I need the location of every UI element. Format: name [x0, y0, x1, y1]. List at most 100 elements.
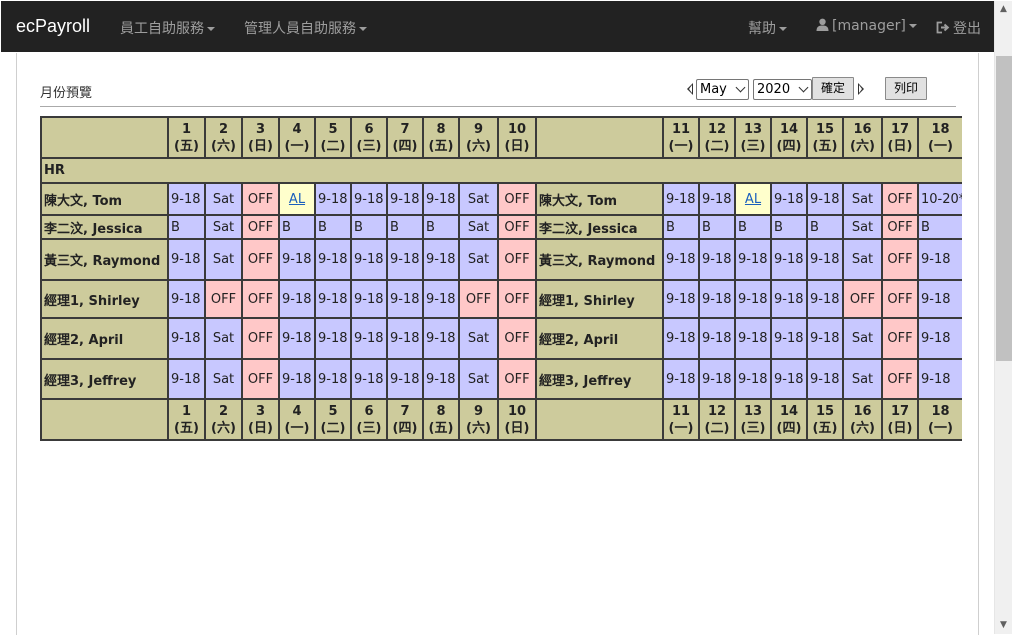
scroll-down-arrow-icon[interactable]: ▼	[995, 617, 1012, 634]
manager-self-service-menu[interactable]: 管理人員自助服務	[244, 18, 367, 38]
weekday-label: (日)	[504, 420, 530, 436]
calendar-table: 1 (五) 2 (六) 3 (日) 4 (一) 5 (二) 6 (三) 7 (四) 8 (五) 9 (六) 10 (日…	[40, 116, 962, 441]
weekday-label: (一)	[284, 138, 310, 154]
shift-cell: 9-18	[770, 317, 808, 360]
day-header-cell: 7 (四)	[386, 116, 424, 159]
brand-logo[interactable]: ecPayroll	[16, 16, 90, 37]
shift-cell: AL	[278, 182, 316, 216]
logout-link[interactable]: 登出	[936, 18, 981, 38]
weekday-label: (五)	[812, 420, 838, 436]
header-corner-cell	[535, 116, 664, 159]
shift-cell: 9-18	[422, 317, 460, 360]
shift-cell: 9-18	[806, 238, 844, 281]
shift-cell: 9-18	[662, 238, 700, 281]
shift-cell: OFF	[497, 238, 537, 281]
shift-cell: Sat	[458, 214, 499, 240]
day-header-cell: 5 (二)	[314, 116, 352, 159]
user-menu[interactable]: [manager]	[816, 18, 917, 34]
day-number: 14	[779, 403, 799, 419]
chevron-down-icon	[798, 82, 809, 93]
day-number: 8	[436, 403, 446, 419]
day-number: 7	[400, 403, 410, 419]
day-number: 2	[218, 121, 229, 137]
day-header-cell: 15 (五)	[806, 116, 844, 159]
shift-cell: B	[917, 214, 962, 240]
weekday-label: (日)	[248, 420, 273, 436]
shift-cell: 9-18	[350, 358, 388, 400]
day-number: 10	[507, 121, 527, 137]
shift-cell: Sat	[204, 238, 243, 281]
shift-cell: OFF	[241, 214, 280, 240]
shift-cell: 9-18	[167, 279, 206, 319]
day-number: 1	[181, 121, 192, 137]
previous-month-icon[interactable]	[687, 83, 693, 95]
day-header-cell: 13 (三)	[734, 398, 772, 441]
confirm-button[interactable]: 確定	[812, 77, 854, 100]
employee-self-service-menu[interactable]: 員工自助服務	[120, 18, 215, 38]
day-number: 8	[436, 121, 446, 137]
shift-cell: 9-18	[167, 182, 206, 216]
day-number: 9	[473, 121, 484, 137]
shift-cell: 9-18	[422, 238, 460, 281]
header-corner-cell	[535, 398, 664, 441]
shift-cell: Sat	[204, 317, 243, 360]
shift-cell: 9-18	[662, 279, 700, 319]
shift-cell: OFF	[881, 279, 919, 319]
employee-name: 經理3, Jeffrey	[535, 358, 664, 400]
day-header-cell: 11 (一)	[662, 398, 700, 441]
shift-cell: B	[314, 214, 352, 240]
shift-cell: OFF	[241, 279, 280, 319]
month-select[interactable]: May	[696, 79, 749, 100]
help-label: 幫助	[748, 21, 776, 37]
shift-cell: OFF	[497, 358, 537, 400]
scrollbar-thumb[interactable]	[996, 56, 1012, 361]
weekday-label: (一)	[284, 420, 310, 436]
shift-cell: 9-18	[734, 238, 772, 281]
date-footer-row: 1 (五) 2 (六) 3 (日) 4 (一) 5 (二) 6 (三) 7 (四) 8 (五) 9 (六) 10 (日…	[40, 398, 962, 441]
weekday-label: (三)	[356, 420, 382, 436]
shift-cell: OFF	[241, 182, 280, 216]
shift-cell: AL	[734, 182, 772, 216]
department-label: HR	[40, 157, 962, 184]
day-header-cell: 4 (一)	[278, 116, 316, 159]
shift-cell: Sat	[842, 238, 883, 281]
day-header-cell: 2 (六)	[204, 398, 243, 441]
vertical-scrollbar[interactable]: ▲ ▼	[994, 1, 1012, 634]
day-number: 16	[853, 403, 872, 419]
shift-cell: 9-18	[386, 279, 424, 319]
shift-cell: 9-18	[917, 279, 962, 319]
weekday-label: (六)	[850, 420, 875, 436]
weekday-label: (六)	[466, 138, 491, 154]
weekday-label: (六)	[466, 420, 491, 436]
weekday-label: (一)	[668, 420, 694, 436]
weekday-label: (五)	[428, 420, 454, 436]
weekday-label: (三)	[740, 420, 766, 436]
day-number: 6	[364, 403, 374, 419]
shift-cell: OFF	[458, 279, 499, 319]
shift-cell: 9-18	[806, 279, 844, 319]
leave-link[interactable]: AL	[289, 192, 305, 207]
shift-cell: Sat	[842, 182, 883, 216]
day-header-cell: 12 (二)	[698, 398, 736, 441]
scroll-up-arrow-icon[interactable]: ▲	[995, 1, 1012, 18]
shift-cell: 9-18	[770, 238, 808, 281]
employee-row: 經理2, April 9-18 Sat OFF 9-18 9-18 9-18 9-18 9-18…	[40, 317, 962, 360]
day-header-cell: 16 (六)	[842, 116, 883, 159]
shift-cell: 9-18	[350, 238, 388, 281]
shift-cell: 9-18	[278, 317, 316, 360]
weekday-label: (五)	[812, 138, 838, 154]
shift-cell: 9-18	[806, 182, 844, 216]
day-number: 6	[364, 121, 374, 137]
year-select[interactable]: 2020	[753, 79, 812, 100]
shift-cell: Sat	[458, 238, 499, 281]
day-header-cell: 2 (六)	[204, 116, 243, 159]
manager-self-service-label: 管理人員自助服務	[244, 21, 356, 37]
leave-link[interactable]: AL	[745, 192, 761, 207]
day-number: 15	[815, 121, 835, 137]
weekday-label: (六)	[850, 138, 875, 154]
day-number: 16	[853, 121, 872, 137]
print-button[interactable]: 列印	[885, 77, 927, 100]
next-month-icon[interactable]	[858, 83, 864, 95]
help-menu[interactable]: 幫助	[748, 18, 787, 38]
shift-cell: OFF	[497, 214, 537, 240]
